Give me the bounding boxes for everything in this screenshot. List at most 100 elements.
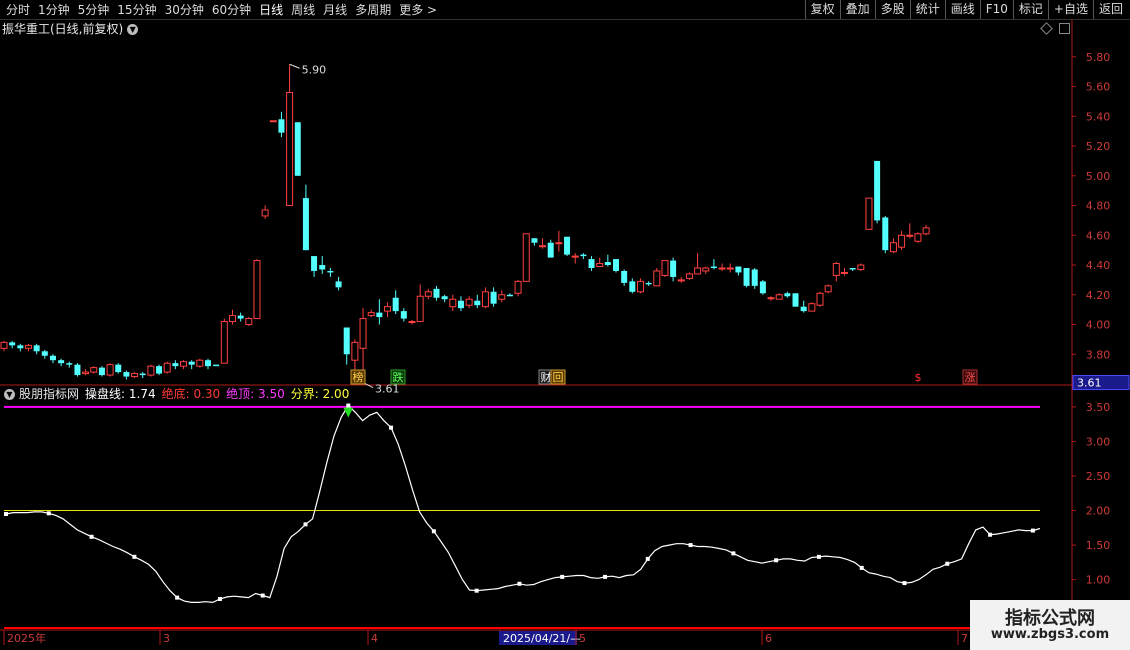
candle-100	[816, 291, 824, 307]
indicator-label-3: 2.00	[1086, 505, 1111, 518]
candle-95	[775, 293, 783, 300]
candle-body	[694, 267, 702, 275]
candle-40	[327, 268, 334, 277]
indicator-point-60	[431, 529, 436, 534]
candle-38	[311, 256, 318, 277]
candle-body	[522, 233, 530, 282]
indicator-point-72	[517, 581, 522, 586]
indicator-point-78	[560, 574, 565, 579]
candle-body	[465, 298, 473, 306]
candle-9	[74, 363, 81, 377]
candle-body	[481, 291, 489, 308]
candle-body	[237, 315, 244, 319]
candle-69	[564, 236, 571, 257]
candle-74	[604, 254, 611, 267]
candle-body	[613, 259, 619, 271]
candle-39	[319, 256, 326, 274]
event-markers: 榜 跌 财回 $ 涨	[350, 369, 978, 385]
indicator-point-126	[902, 581, 907, 586]
event-marker-2: 财	[541, 370, 552, 384]
candle-body	[66, 363, 73, 365]
candle-body	[286, 92, 294, 207]
candle-86	[702, 266, 710, 274]
candle-42	[343, 327, 350, 365]
candle-body	[49, 355, 56, 361]
candle-body	[441, 296, 448, 300]
candle-55	[449, 294, 457, 312]
candle-98	[800, 300, 807, 313]
price-label-0: 5.80	[1086, 51, 1111, 64]
current-price-label: 3.61	[1077, 377, 1102, 390]
candle-body	[115, 364, 122, 373]
candle-body	[645, 282, 652, 285]
date-label-2: 4	[371, 632, 378, 645]
chart-canvas[interactable]: 5.903.61 5.805.605.405.205.004.804.604.4…	[0, 0, 1130, 650]
event-marker-0: 榜	[353, 370, 364, 384]
candle-body	[621, 270, 628, 283]
candle-body	[376, 312, 383, 318]
price-label-4: 5.00	[1086, 170, 1111, 183]
candle-17	[139, 372, 146, 379]
indicator-point-132	[945, 561, 950, 566]
candle-body	[457, 300, 464, 309]
date-label-0: 2025年	[7, 631, 46, 645]
candle-90	[735, 266, 742, 276]
candle-body	[343, 327, 350, 355]
candle-73	[596, 257, 604, 268]
candle-body	[24, 344, 32, 349]
candle-28	[228, 309, 236, 325]
high-label: 5.90	[302, 63, 327, 76]
candle-96	[784, 291, 791, 298]
candle-13	[106, 363, 114, 377]
candle-body	[743, 268, 750, 286]
candle-body	[367, 312, 375, 317]
candle-22	[180, 360, 188, 370]
candle-106	[865, 197, 873, 230]
indicator-point-54	[389, 425, 394, 430]
candle-body	[90, 367, 98, 373]
indicator-point-30	[217, 596, 222, 601]
candle-body	[205, 360, 211, 367]
candle-76	[621, 269, 628, 286]
candle-body	[498, 294, 506, 300]
date-label-6: 7	[961, 632, 968, 645]
candle-94	[767, 296, 775, 301]
candle-112	[914, 232, 922, 243]
candle-15	[123, 370, 130, 380]
indicator-point-24	[175, 595, 180, 600]
indicator-point-120	[859, 565, 864, 570]
candle-6	[49, 354, 56, 364]
candle-body	[751, 269, 758, 286]
candle-25	[205, 358, 211, 370]
candle-110	[898, 230, 906, 251]
candle-52	[424, 288, 432, 300]
candle-body	[922, 227, 930, 235]
candle-body	[531, 238, 538, 243]
candle-body	[564, 236, 571, 255]
candle-body	[400, 311, 407, 319]
candle-body	[106, 364, 114, 376]
candle-body	[335, 281, 342, 288]
candle-body	[816, 292, 824, 306]
candle-30	[245, 317, 253, 326]
candle-108	[882, 215, 889, 254]
axes	[0, 20, 1130, 650]
candle-11	[90, 366, 98, 374]
event-marker-3: 回	[553, 371, 564, 384]
price-label-7: 4.40	[1086, 259, 1111, 272]
price-label-10: 3.80	[1086, 348, 1111, 361]
candle-35	[286, 64, 294, 207]
date-label-5: 6	[765, 632, 772, 645]
candle-8	[66, 361, 73, 368]
candle-93	[759, 279, 766, 295]
candle-64	[522, 233, 530, 282]
candle-body	[571, 255, 579, 258]
candle-body	[139, 373, 146, 376]
candle-103	[840, 268, 848, 276]
indicator-point-42	[303, 522, 308, 527]
candle-78	[636, 278, 644, 294]
candle-88	[718, 263, 726, 271]
candle-2	[17, 343, 24, 352]
date-axis-labels: 2025年 3 4 2025/04/21/—5 6 7	[3, 630, 968, 645]
candle-body	[547, 242, 554, 258]
